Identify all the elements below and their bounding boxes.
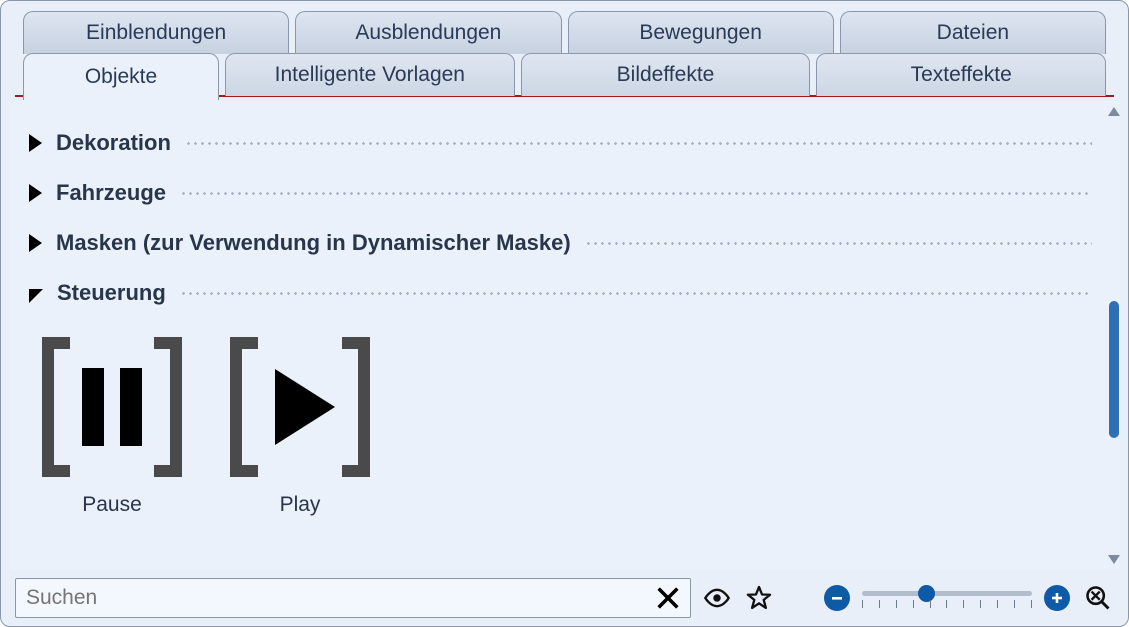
divider-dots	[585, 240, 1092, 247]
category-label: Masken (zur Verwendung in Dynamischer Ma…	[56, 230, 571, 256]
scroll-up-icon[interactable]	[1108, 107, 1120, 116]
clear-search-button[interactable]	[652, 582, 684, 614]
tab-label: Ausblendungen	[355, 21, 501, 45]
category-items: Pause Play	[29, 315, 1092, 525]
chevron-right-icon	[29, 134, 42, 152]
zoom-controls	[824, 582, 1114, 614]
category-masken[interactable]: Masken (zur Verwendung in Dynamischer Ma…	[29, 221, 1092, 265]
item-label: Pause	[82, 493, 142, 517]
tab-bewegungen[interactable]: Bewegungen	[568, 11, 834, 54]
tab-row-bottom: Objekte Intelligente Vorlagen Bildeffekt…	[23, 53, 1106, 100]
tab-label: Objekte	[85, 65, 157, 89]
plus-icon	[1049, 590, 1065, 606]
tab-row-top: Einblendungen Ausblendungen Bewegungen D…	[23, 11, 1106, 54]
slider-ticks	[862, 600, 1032, 610]
tab-label: Bildeffekte	[617, 63, 715, 87]
tab-label: Intelligente Vorlagen	[275, 63, 465, 87]
scroll-down-icon[interactable]	[1108, 555, 1120, 564]
category-dekoration[interactable]: Dekoration	[29, 121, 1092, 165]
toolbox-window: Einblendungen Ausblendungen Bewegungen D…	[0, 0, 1129, 627]
scroll-track[interactable]	[1109, 122, 1119, 549]
tab-ausblendungen[interactable]: Ausblendungen	[295, 11, 561, 54]
star-icon	[745, 584, 773, 612]
category-fahrzeuge[interactable]: Fahrzeuge	[29, 171, 1092, 215]
tab-label: Texteffekte	[911, 63, 1012, 87]
item-label: Play	[280, 493, 321, 517]
minus-icon	[829, 590, 845, 606]
chevron-right-icon	[29, 234, 42, 252]
zoom-out-button[interactable]	[824, 585, 850, 611]
tab-dateien[interactable]: Dateien	[840, 11, 1106, 54]
play-icon	[230, 337, 370, 477]
tab-label: Bewegungen	[639, 21, 762, 45]
vertical-scrollbar[interactable]	[1104, 101, 1124, 570]
close-icon	[654, 584, 682, 612]
divider-dots	[185, 140, 1092, 147]
category-label: Fahrzeuge	[56, 180, 166, 206]
tab-objekte[interactable]: Objekte	[23, 53, 219, 100]
divider-dots	[180, 190, 1092, 197]
preview-button[interactable]	[701, 582, 733, 614]
category-label: Dekoration	[56, 130, 171, 156]
zoom-in-button[interactable]	[1044, 585, 1070, 611]
tab-einblendungen[interactable]: Einblendungen	[23, 11, 289, 54]
zoom-reset-icon	[1084, 584, 1112, 612]
category-label: Steuerung	[57, 280, 166, 306]
favorite-button[interactable]	[743, 582, 775, 614]
search-box[interactable]	[15, 578, 691, 618]
tab-intelligente-vorlagen[interactable]: Intelligente Vorlagen	[225, 53, 515, 96]
chevron-down-icon	[29, 289, 43, 303]
object-item-pause[interactable]: Pause	[37, 337, 187, 517]
chevron-right-icon	[29, 184, 42, 202]
zoom-reset-button[interactable]	[1082, 582, 1114, 614]
bottom-toolbar	[9, 576, 1120, 620]
tab-bildeffekte[interactable]: Bildeffekte	[521, 53, 811, 96]
content-panel: Dekoration Fahrzeuge Masken (zur Verwend…	[9, 101, 1120, 570]
divider-dots	[180, 290, 1092, 297]
object-item-play[interactable]: Play	[225, 337, 375, 517]
tab-label: Einblendungen	[86, 21, 226, 45]
search-input[interactable]	[24, 585, 652, 611]
scroll-thumb[interactable]	[1109, 301, 1119, 438]
zoom-slider[interactable]	[862, 583, 1032, 613]
slider-track	[862, 591, 1032, 596]
pause-icon	[42, 337, 182, 477]
tab-texteffekte[interactable]: Texteffekte	[816, 53, 1106, 96]
eye-icon	[703, 584, 731, 612]
category-steuerung[interactable]: Steuerung	[29, 271, 1092, 315]
tab-label: Dateien	[937, 21, 1009, 45]
